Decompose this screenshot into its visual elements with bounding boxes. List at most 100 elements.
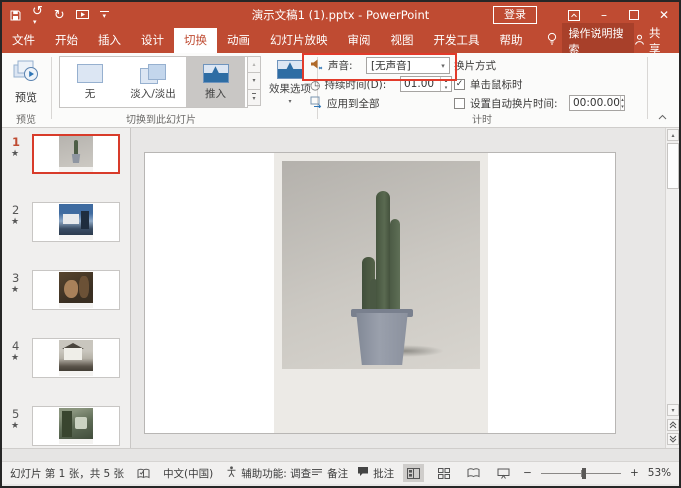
slide2-building-image bbox=[59, 204, 93, 235]
zoom-out-button[interactable]: − bbox=[523, 467, 532, 479]
transition-fade[interactable]: 淡入/淡出 bbox=[120, 57, 186, 107]
tab-review[interactable]: 审阅 bbox=[338, 28, 381, 53]
current-slide-canvas[interactable] bbox=[144, 152, 616, 434]
auto-advance-down-icon[interactable]: ▾ bbox=[621, 103, 624, 110]
tell-me-search[interactable]: 操作说明搜索 bbox=[547, 28, 635, 53]
slide-thumbnail-2[interactable] bbox=[32, 202, 120, 242]
transition-fade-icon bbox=[140, 64, 166, 83]
apply-to-all-icon bbox=[310, 96, 323, 111]
timing-group-label: 计时 bbox=[322, 111, 642, 126]
tab-help[interactable]: 帮助 bbox=[490, 28, 533, 53]
collapse-ribbon-icon[interactable] bbox=[658, 113, 667, 123]
zoom-slider[interactable] bbox=[541, 467, 621, 479]
language-indicator[interactable]: 中文(中国) bbox=[163, 466, 213, 481]
auto-advance-option[interactable]: 设置自动换片时间: bbox=[454, 95, 558, 112]
normal-view-button[interactable] bbox=[403, 464, 424, 482]
share-label: 共享 bbox=[649, 25, 669, 57]
duration-down-icon[interactable]: ▾ bbox=[441, 84, 451, 91]
slide3-photo-image bbox=[59, 272, 93, 303]
slide-thumbnail-4[interactable] bbox=[32, 338, 120, 378]
preview-group-label: 预览 bbox=[2, 111, 50, 126]
zoom-in-button[interactable]: + bbox=[630, 467, 639, 479]
powerpoint-window: ↺▾ ↻ ▾ 演示文稿1 (1).pptx - PowerPoint 登录 – … bbox=[0, 0, 681, 488]
slide-number: 4 bbox=[12, 339, 19, 353]
notes-button[interactable]: 备注 bbox=[311, 466, 348, 481]
transition-star-icon: ★ bbox=[11, 353, 19, 363]
auto-advance-checkbox[interactable] bbox=[454, 98, 465, 109]
tab-insert[interactable]: 插入 bbox=[88, 28, 131, 53]
slide-thumbnail-5[interactable] bbox=[32, 406, 120, 446]
transitions-group-label: 切换到此幻灯片 bbox=[59, 111, 263, 126]
accessibility-icon bbox=[226, 466, 237, 480]
tab-animations[interactable]: 动画 bbox=[217, 28, 260, 53]
tab-view[interactable]: 视图 bbox=[381, 28, 424, 53]
scroll-down-icon[interactable]: ▾ bbox=[667, 404, 679, 416]
accessibility-status[interactable]: 辅助功能: 调查 bbox=[226, 466, 311, 481]
slide-editor-area[interactable] bbox=[131, 128, 665, 448]
cactus-arm-right bbox=[390, 219, 400, 313]
preview-button[interactable]: 预览 bbox=[7, 56, 45, 108]
transition-star-icon: ★ bbox=[11, 285, 19, 295]
auto-advance-spinner[interactable]: 00:00.00 ▴▾ bbox=[569, 95, 625, 111]
ribbon: 预览 预览 无 淡入/淡出 ▲ 推入 ▴ ▾ ▾ ▲ 效果选项 bbox=[2, 53, 679, 128]
slide1-cactus-image bbox=[59, 136, 93, 167]
share-button[interactable]: 共享 bbox=[634, 28, 669, 53]
transition-push-label: 推入 bbox=[205, 86, 226, 101]
zoom-level[interactable]: 53% bbox=[648, 467, 671, 479]
on-mouse-click-option[interactable]: ✓ 单击鼠标时 bbox=[454, 76, 523, 93]
tab-home[interactable]: 开始 bbox=[45, 28, 88, 53]
transition-push[interactable]: ▲ 推入 bbox=[186, 57, 245, 107]
apply-to-all-button[interactable]: 应用到全部 bbox=[310, 95, 380, 112]
slideshow-view-button[interactable] bbox=[493, 464, 514, 482]
transition-push-icon: ▲ bbox=[203, 64, 229, 83]
gallery-more-icon[interactable]: ▾ bbox=[247, 90, 261, 106]
vertical-scrollbar[interactable]: ▴ ▾ bbox=[665, 128, 679, 448]
transition-star-icon: ★ bbox=[11, 421, 19, 431]
lower-band bbox=[2, 448, 679, 461]
status-bar: 幻灯片 第 1 张，共 5 张 中文(中国) 辅助功能: 调查 备注 批注 − bbox=[2, 461, 679, 484]
effect-options-label: 效果选项 bbox=[269, 81, 311, 96]
auto-advance-up-icon[interactable]: ▴ bbox=[621, 96, 624, 103]
lightbulb-icon bbox=[547, 32, 557, 49]
tab-transitions[interactable]: 切换 bbox=[174, 28, 217, 53]
tab-file[interactable]: 文件 bbox=[2, 28, 45, 53]
reading-view-button[interactable] bbox=[463, 464, 484, 482]
on-mouse-click-label: 单击鼠标时 bbox=[470, 77, 523, 92]
scrollbar-thumb[interactable] bbox=[667, 143, 679, 189]
scroll-up-icon[interactable]: ▴ bbox=[667, 129, 679, 141]
transition-fade-label: 淡入/淡出 bbox=[130, 86, 176, 101]
slide-number: 2 bbox=[12, 203, 19, 217]
transition-star-icon: ★ bbox=[11, 217, 19, 227]
slide-sorter-view-button[interactable] bbox=[433, 464, 454, 482]
previous-slide-icon[interactable] bbox=[667, 419, 679, 431]
slide4-house-image bbox=[59, 340, 93, 371]
preview-label: 预览 bbox=[15, 89, 37, 105]
cactus-main-stem bbox=[376, 191, 390, 313]
transition-none[interactable]: 无 bbox=[60, 57, 120, 107]
cactus-photo[interactable] bbox=[282, 161, 480, 369]
tab-design[interactable]: 设计 bbox=[131, 28, 174, 53]
slide-counter[interactable]: 幻灯片 第 1 张，共 5 张 bbox=[10, 466, 124, 481]
comments-button[interactable]: 批注 bbox=[357, 466, 394, 481]
notes-icon bbox=[311, 467, 323, 480]
next-slide-icon[interactable] bbox=[667, 433, 679, 445]
slide-thumbnail-3[interactable] bbox=[32, 270, 120, 310]
person-icon bbox=[634, 34, 645, 48]
advance-slide-heading: 换片方式 bbox=[454, 57, 496, 74]
gallery-scroll-up-icon[interactable]: ▴ bbox=[247, 56, 261, 73]
flower-pot bbox=[354, 313, 410, 365]
polaroid-photo-frame[interactable] bbox=[274, 153, 488, 433]
tab-slideshow[interactable]: 幻灯片放映 bbox=[260, 28, 338, 53]
auto-advance-label: 设置自动换片时间: bbox=[470, 96, 558, 111]
ribbon-tab-bar: 文件 开始 插入 设计 切换 动画 幻灯片放映 审阅 视图 开发工具 帮助 操作… bbox=[2, 28, 679, 53]
spell-check-icon[interactable] bbox=[137, 468, 150, 479]
tab-developer[interactable]: 开发工具 bbox=[424, 28, 490, 53]
zoom-slider-knob[interactable] bbox=[582, 468, 586, 479]
transition-none-icon bbox=[77, 64, 103, 83]
sign-in-button[interactable]: 登录 bbox=[493, 6, 537, 24]
group-divider bbox=[51, 57, 52, 119]
transition-none-label: 无 bbox=[85, 86, 96, 101]
slide-thumbnail-1[interactable] bbox=[32, 134, 120, 174]
gallery-scroll-down-icon[interactable]: ▾ bbox=[247, 73, 261, 89]
auto-advance-value: 00:00.00 bbox=[570, 96, 620, 110]
